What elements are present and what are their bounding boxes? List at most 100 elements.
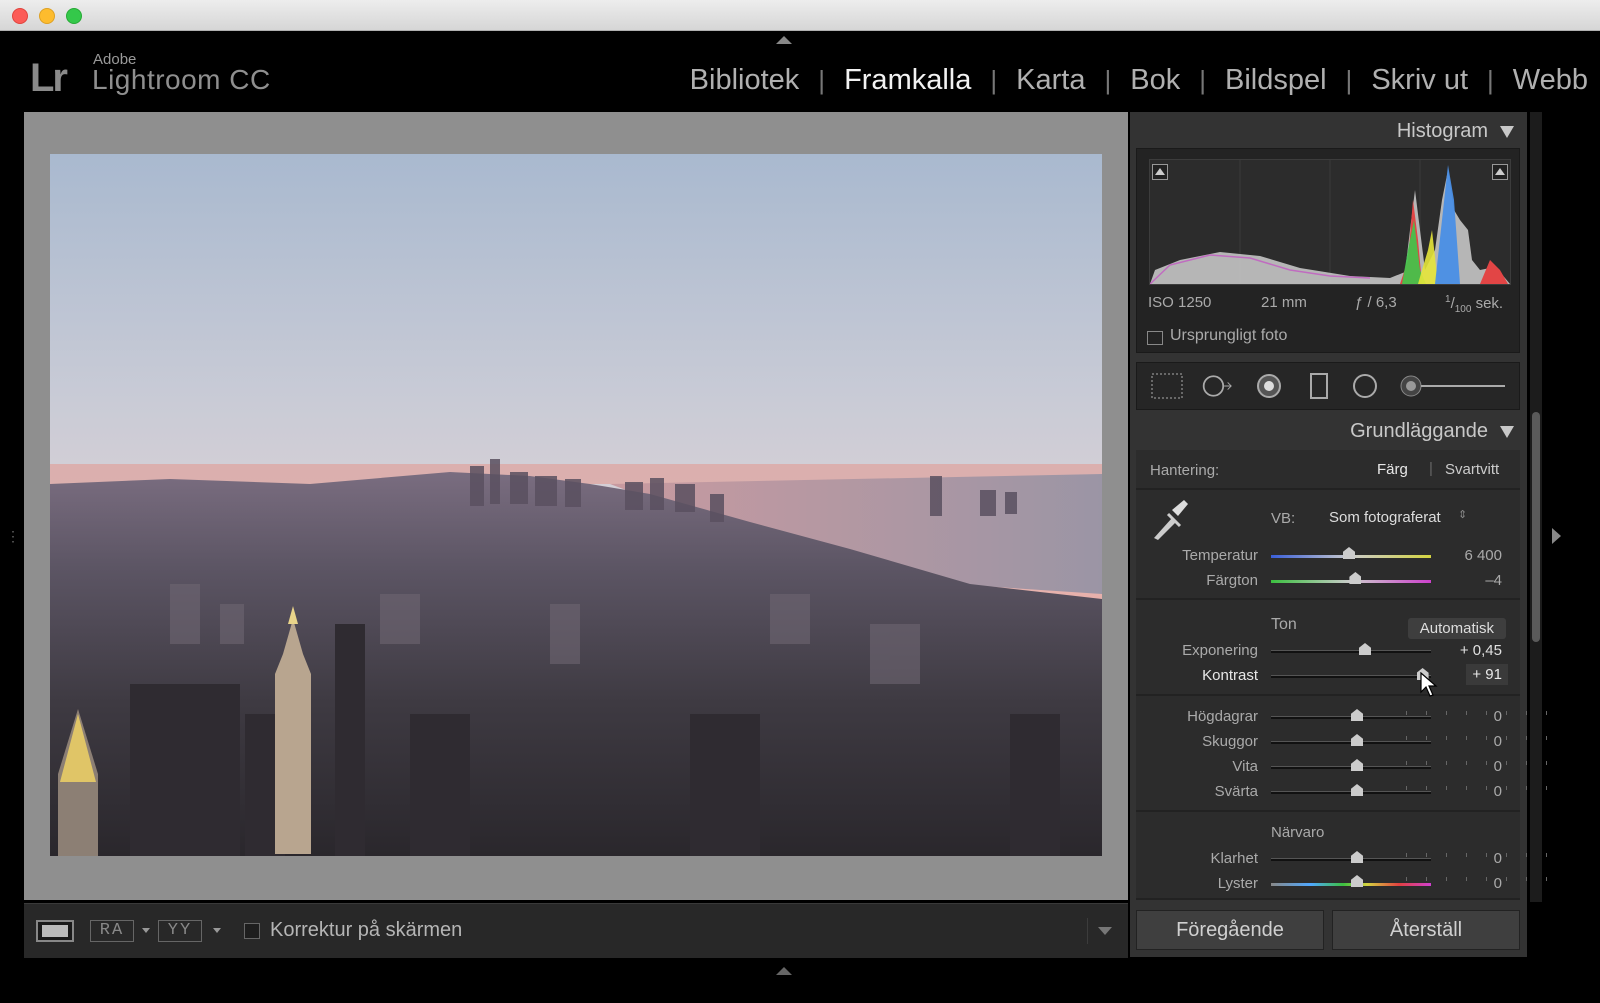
radial-filter-icon[interactable] xyxy=(1349,373,1381,399)
graduated-filter-icon[interactable] xyxy=(1303,373,1335,399)
contrast-slider[interactable] xyxy=(1271,675,1431,678)
exif-aperture: ƒ / 6,3 xyxy=(1355,294,1397,311)
temperature-value[interactable]: 6 400 xyxy=(1464,547,1502,564)
dropdown-arrows-icon[interactable]: ⇕ xyxy=(1458,508,1467,521)
tint-value[interactable]: –4 xyxy=(1485,572,1502,589)
shadows-slider[interactable] xyxy=(1271,736,1566,744)
toolbar-menu-button[interactable] xyxy=(1087,918,1118,944)
contrast-value[interactable]: + 91 xyxy=(1466,664,1508,685)
highlights-slider[interactable] xyxy=(1271,711,1566,719)
softproof-checkbox[interactable] xyxy=(244,923,260,939)
highlights-value[interactable]: 0 xyxy=(1494,708,1502,725)
histogram-graph[interactable] xyxy=(1149,159,1511,285)
tone-section: Ton Automatisk Exponering + 0,45 Kontras… xyxy=(1136,600,1520,696)
module-map[interactable]: Karta xyxy=(1016,64,1085,97)
wb-dropdown[interactable]: Som fotograferat xyxy=(1329,509,1441,526)
module-slideshow[interactable]: Bildspel xyxy=(1225,64,1327,97)
clarity-slider[interactable] xyxy=(1271,853,1566,861)
image-workspace[interactable] xyxy=(24,112,1128,900)
slider-ticks xyxy=(1406,736,1566,740)
shutter-numerator: 1 xyxy=(1445,294,1451,305)
shutter-denominator: 100 xyxy=(1454,304,1472,315)
module-separator: | xyxy=(1487,65,1494,95)
top-panel-toggle-icon[interactable] xyxy=(776,36,792,44)
mouse-cursor-icon xyxy=(1420,672,1438,697)
eyedropper-icon[interactable] xyxy=(1150,498,1190,542)
basic-panel-title: Grundläggande xyxy=(1350,420,1488,442)
photo-preview[interactable] xyxy=(50,154,1102,856)
highlights-label: Högdagrar xyxy=(1187,708,1258,725)
original-photo-checkbox[interactable] xyxy=(1147,331,1163,345)
basic-panel-header[interactable]: Grundläggande xyxy=(1350,420,1514,443)
exif-shutter: 1/100 sek. xyxy=(1445,294,1504,315)
histogram-panel: ISO 1250 21 mm ƒ / 6,3 1/100 sek. Urspru… xyxy=(1136,148,1520,353)
red-eye-icon[interactable] xyxy=(1253,373,1285,399)
module-develop[interactable]: Framkalla xyxy=(844,64,971,97)
whites-label: Vita xyxy=(1232,758,1258,775)
blacks-slider[interactable] xyxy=(1271,786,1566,794)
loupe-view-button[interactable] xyxy=(36,920,74,942)
previous-button[interactable]: Föregående xyxy=(1136,910,1324,950)
crop-overlay-icon[interactable] xyxy=(1151,373,1183,399)
tool-strip xyxy=(1136,362,1520,410)
highlight-clipping-icon[interactable] xyxy=(1492,164,1508,180)
shadow-clipping-icon[interactable] xyxy=(1152,164,1168,180)
collapse-triangle-icon xyxy=(1500,425,1514,438)
shadows-value[interactable]: 0 xyxy=(1494,733,1502,750)
module-separator: | xyxy=(1104,65,1112,95)
exposure-label: Exponering xyxy=(1182,642,1258,659)
blacks-value[interactable]: 0 xyxy=(1494,783,1502,800)
filmstrip-toggle-icon[interactable] xyxy=(776,967,792,975)
slider-ticks xyxy=(1406,877,1566,881)
auto-tone-button[interactable]: Automatisk xyxy=(1407,618,1506,639)
original-photo-label: Ursprungligt foto xyxy=(1170,327,1288,344)
adjustment-brush-icon[interactable] xyxy=(1399,373,1509,399)
contrast-label: Kontrast xyxy=(1202,667,1258,684)
temperature-slider[interactable] xyxy=(1271,555,1431,558)
treatment-bw-option[interactable]: Svartvitt xyxy=(1445,461,1499,478)
reset-button[interactable]: Återställ xyxy=(1332,910,1520,950)
before-after-button[interactable]: RA xyxy=(90,920,134,942)
tint-label: Färgton xyxy=(1206,572,1258,589)
module-print[interactable]: Skriv ut xyxy=(1371,64,1468,97)
treatment-row: Hantering: Färg | Svartvitt xyxy=(1136,450,1520,490)
minimize-window-button[interactable] xyxy=(39,8,55,24)
vibrance-label: Lyster xyxy=(1217,875,1258,892)
whites-value[interactable]: 0 xyxy=(1494,758,1502,775)
histogram-title: Histogram xyxy=(1396,120,1488,142)
shutter-unit: sek. xyxy=(1475,295,1504,312)
close-window-button[interactable] xyxy=(12,8,28,24)
slider-ticks xyxy=(1406,853,1566,857)
module-book[interactable]: Bok xyxy=(1130,64,1180,97)
slider-ticks xyxy=(1406,761,1566,765)
brand-product: Lightroom CC xyxy=(92,64,271,95)
vibrance-value[interactable]: 0 xyxy=(1494,875,1502,892)
zoom-window-button[interactable] xyxy=(66,8,82,24)
histogram-curve xyxy=(1150,160,1510,284)
right-panel-toggle-icon[interactable] xyxy=(1552,528,1561,544)
whites-slider[interactable] xyxy=(1271,761,1566,769)
collapse-triangle-icon xyxy=(1500,125,1514,138)
chevron-down-icon[interactable] xyxy=(142,928,150,933)
exposure-value[interactable]: + 0,45 xyxy=(1460,642,1502,659)
spot-removal-icon[interactable] xyxy=(1201,373,1233,399)
tone-detail-section: Högdagrar 0 Skuggor 0 Vita 0 Svärta 0 xyxy=(1136,696,1566,812)
exposure-slider[interactable] xyxy=(1271,650,1431,653)
module-web[interactable]: Webb xyxy=(1513,64,1588,97)
exif-focal-length: 21 mm xyxy=(1261,294,1307,311)
tone-label: Ton xyxy=(1271,616,1297,633)
vibrance-slider[interactable] xyxy=(1271,877,1566,886)
tint-slider[interactable] xyxy=(1271,580,1431,583)
shadows-label: Skuggor xyxy=(1202,733,1258,750)
module-separator: | xyxy=(990,65,998,95)
presence-section: Närvaro Klarhet 0 Lyster 0 xyxy=(1136,812,1566,900)
module-library[interactable]: Bibliotek xyxy=(690,64,800,97)
scrollbar-thumb[interactable] xyxy=(1532,412,1540,642)
left-panel-toggle-icon[interactable] xyxy=(6,528,20,545)
before-after-split-button[interactable]: YY xyxy=(158,920,202,942)
histogram-header[interactable]: Histogram xyxy=(1397,120,1514,143)
clarity-value[interactable]: 0 xyxy=(1494,850,1502,867)
chevron-down-icon[interactable] xyxy=(213,928,221,933)
treatment-color-option[interactable]: Färg xyxy=(1377,461,1408,478)
panel-scrollbar[interactable] xyxy=(1530,112,1542,902)
